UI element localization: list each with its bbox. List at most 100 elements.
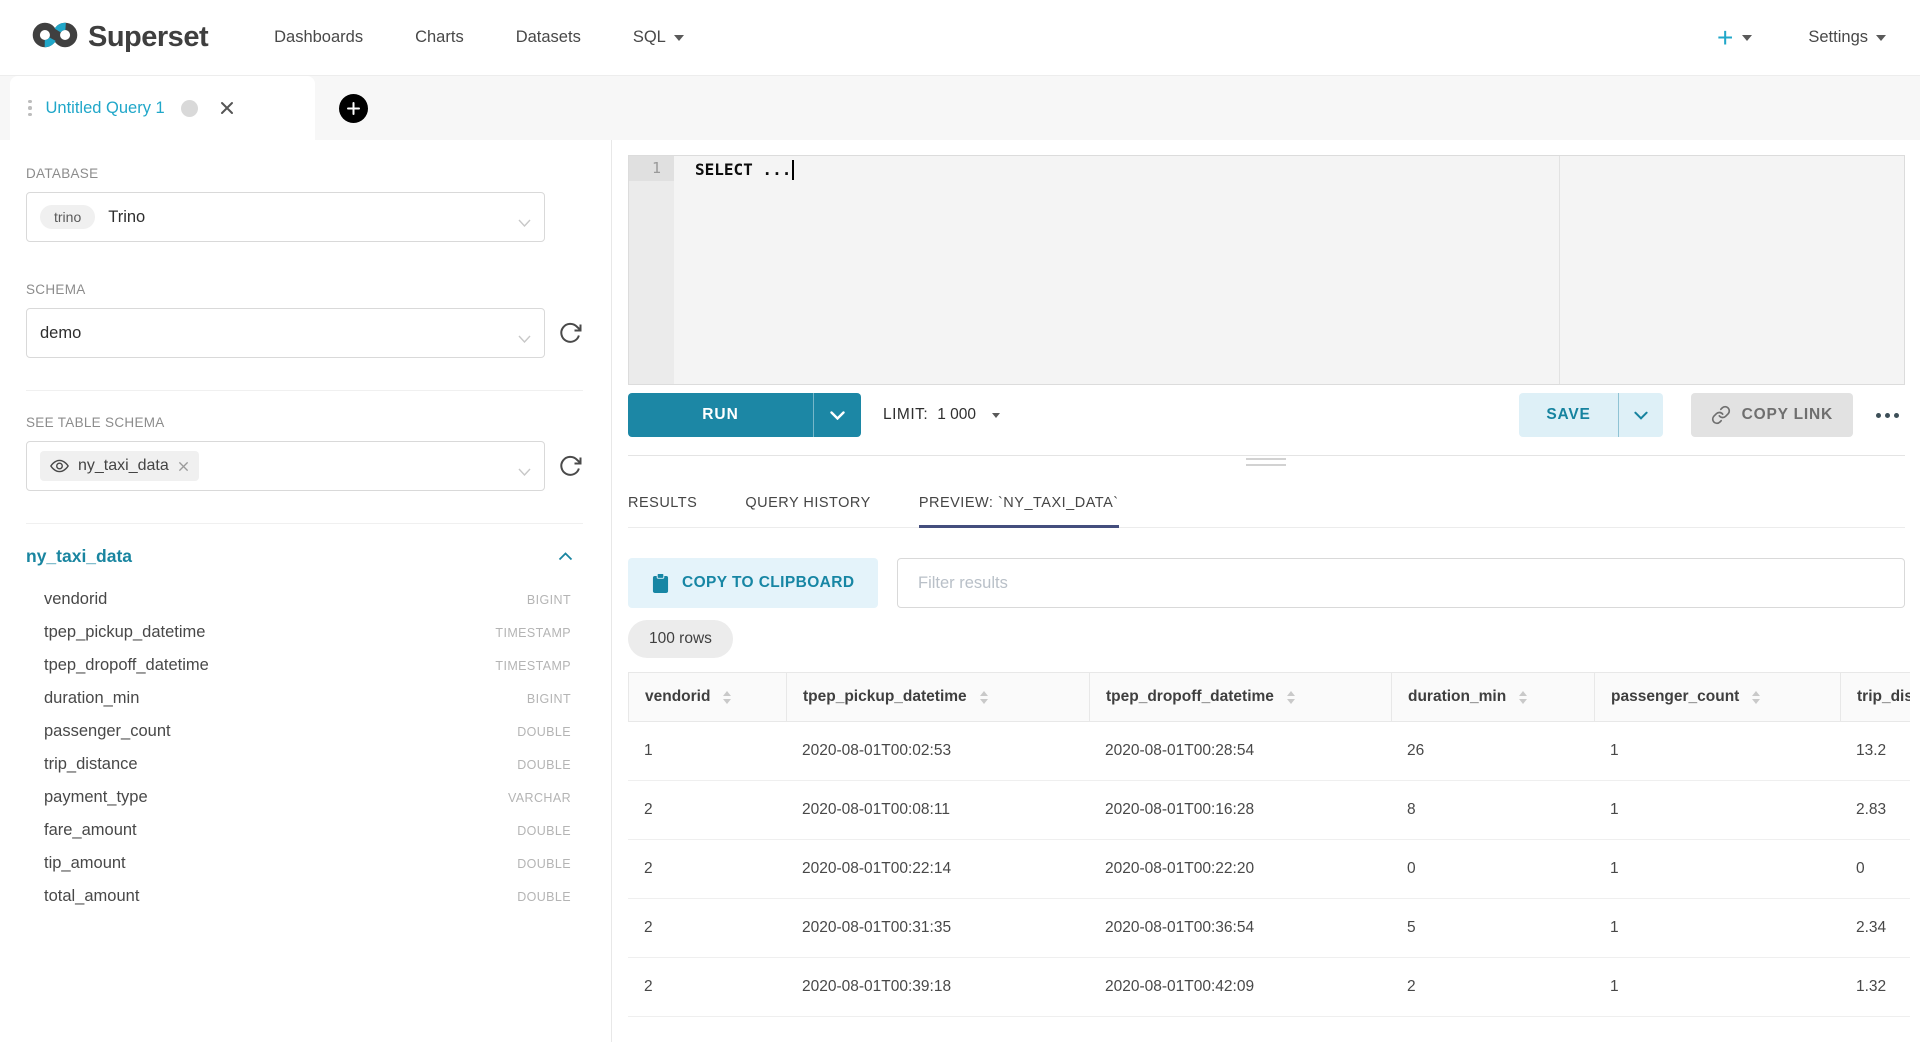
text-cursor: [792, 160, 794, 180]
sort-icon[interactable]: [723, 691, 731, 704]
menu-charts[interactable]: Charts: [415, 28, 464, 47]
cell-duration_min: 5: [1391, 899, 1594, 957]
cell-trip_distance: 2.83: [1840, 781, 1910, 839]
column-name: tip_amount: [44, 854, 126, 873]
limit-label: LIMIT:: [883, 406, 928, 424]
cell-passenger_count: 1: [1594, 899, 1840, 957]
run-button[interactable]: RUN: [628, 393, 813, 437]
resize-grip-handle[interactable]: [1246, 458, 1286, 470]
chevron-up-icon[interactable]: [558, 552, 573, 561]
database-select[interactable]: trino Trino: [26, 192, 545, 242]
sort-icon[interactable]: [1287, 691, 1295, 704]
tab-preview-ny-taxi-data[interactable]: PREVIEW: `NY_TAXI_DATA`: [919, 480, 1119, 528]
column-header-trip_distance[interactable]: trip_distance: [1840, 672, 1910, 722]
table-column-row: trip_distance DOUBLE: [26, 748, 583, 781]
more-options-button[interactable]: [1870, 407, 1905, 424]
remove-table-icon[interactable]: [178, 461, 189, 472]
column-name: duration_min: [44, 689, 139, 708]
chevron-down-icon: [1742, 35, 1752, 41]
column-header-tpep_pickup_datetime[interactable]: tpep_pickup_datetime: [786, 672, 1089, 722]
limit-dropdown[interactable]: LIMIT: 1 000: [883, 406, 1000, 424]
filter-results-input[interactable]: [897, 558, 1905, 608]
schema-select[interactable]: demo: [26, 308, 545, 358]
add-query-tab-button[interactable]: [339, 94, 368, 123]
superset-logo[interactable]: Superset: [32, 18, 208, 57]
new-item-button[interactable]: +: [1717, 24, 1752, 52]
tab-untitled-query[interactable]: Untitled Query 1: [10, 76, 315, 140]
cell-vendorid: 1: [628, 722, 786, 780]
sort-icon[interactable]: [1519, 691, 1527, 704]
cell-tpep_dropoff_datetime: 2020-08-01T00:36:54: [1089, 899, 1391, 957]
table-column-row: tpep_pickup_datetime TIMESTAMP: [26, 616, 583, 649]
menu-sql[interactable]: SQL: [633, 28, 684, 47]
copy-to-clipboard-button[interactable]: COPY TO CLIPBOARD: [628, 558, 878, 608]
menu-dashboards[interactable]: Dashboards: [274, 28, 363, 47]
table-column-row: passenger_count DOUBLE: [26, 715, 583, 748]
refresh-tables-button[interactable]: [557, 453, 583, 479]
column-header-duration_min[interactable]: duration_min: [1391, 672, 1594, 722]
sql-lab-sidebar: DATABASE trino Trino SCHEMA demo: [0, 140, 612, 1042]
table-row: 22020-08-01T00:31:352020-08-01T00:36:545…: [628, 899, 1910, 958]
table-schema-header[interactable]: ny_taxi_data: [26, 546, 583, 567]
close-tab-button[interactable]: [220, 101, 234, 115]
column-header-tpep_dropoff_datetime[interactable]: tpep_dropoff_datetime: [1089, 672, 1391, 722]
results-table-body: 12020-08-01T00:02:532020-08-01T00:28:542…: [628, 722, 1910, 1017]
chevron-down-icon: [518, 330, 531, 348]
editor-gutter: 1: [629, 156, 674, 384]
table-schema-name: ny_taxi_data: [26, 546, 132, 567]
tab-results[interactable]: RESULTS: [628, 480, 697, 528]
cell-vendorid: 2: [628, 840, 786, 898]
cell-trip_distance: 2.34: [1840, 899, 1910, 957]
column-header-label: passenger_count: [1611, 688, 1739, 706]
cell-passenger_count: 1: [1594, 781, 1840, 839]
sql-editor[interactable]: 1 SELECT ...: [628, 155, 1905, 385]
results-tab-bar: RESULTS QUERY HISTORY PREVIEW: `NY_TAXI_…: [628, 480, 1905, 528]
save-options-button[interactable]: [1618, 393, 1663, 437]
editor-code-area[interactable]: SELECT ...: [674, 156, 1904, 182]
chevron-down-icon: [674, 35, 684, 41]
chevron-down-icon: [1634, 411, 1648, 420]
refresh-schemas-button[interactable]: [557, 320, 583, 346]
plus-icon: [347, 102, 360, 115]
save-button[interactable]: SAVE: [1519, 393, 1617, 437]
cell-trip_distance: 0: [1840, 840, 1910, 898]
column-header-passenger_count[interactable]: passenger_count: [1594, 672, 1840, 722]
cell-tpep_dropoff_datetime: 2020-08-01T00:16:28: [1089, 781, 1391, 839]
brand-name: Superset: [88, 21, 208, 54]
table-column-row: tip_amount DOUBLE: [26, 847, 583, 880]
schema-select-value: demo: [40, 324, 81, 343]
table-row: 22020-08-01T00:22:142020-08-01T00:22:200…: [628, 840, 1910, 899]
table-column-row: vendorid BIGINT: [26, 583, 583, 616]
sort-icon[interactable]: [980, 691, 988, 704]
link-icon: [1711, 405, 1731, 425]
copy-to-clipboard-label: COPY TO CLIPBOARD: [682, 574, 854, 592]
column-type: TIMESTAMP: [495, 626, 571, 640]
cell-tpep_pickup_datetime: 2020-08-01T00:39:18: [786, 958, 1089, 1016]
selected-table-pill: ny_taxi_data: [40, 451, 199, 481]
table-column-row: duration_min BIGINT: [26, 682, 583, 715]
column-type: DOUBLE: [517, 758, 571, 772]
column-type: DOUBLE: [517, 725, 571, 739]
menu-datasets[interactable]: Datasets: [516, 28, 581, 47]
cell-duration_min: 0: [1391, 840, 1594, 898]
results-table-header: vendoridtpep_pickup_datetime tpep_dropoff…: [628, 672, 1910, 722]
limit-value: 1 000: [937, 406, 976, 424]
cell-passenger_count: 1: [1594, 722, 1840, 780]
drag-handle-icon[interactable]: [28, 100, 32, 117]
cell-trip_distance: 1.32: [1840, 958, 1910, 1016]
sort-icon[interactable]: [1752, 691, 1760, 704]
table-columns-list: vendorid BIGINT tpep_pickup_datetime TIM…: [26, 583, 583, 913]
column-header-label: tpep_dropoff_datetime: [1106, 688, 1274, 706]
settings-menu[interactable]: Settings: [1808, 28, 1886, 47]
query-state-dot: [181, 100, 198, 117]
table-schema-select[interactable]: ny_taxi_data: [26, 441, 545, 491]
column-name: passenger_count: [44, 722, 171, 741]
refresh-icon: [558, 321, 582, 345]
copy-link-button[interactable]: COPY LINK: [1691, 393, 1853, 437]
tab-query-history[interactable]: QUERY HISTORY: [745, 480, 871, 528]
table-row: 12020-08-01T00:02:532020-08-01T00:28:542…: [628, 722, 1910, 781]
column-header-vendorid[interactable]: vendorid: [628, 672, 786, 722]
copy-link-label: COPY LINK: [1742, 406, 1833, 424]
run-options-button[interactable]: [813, 393, 861, 437]
settings-label: Settings: [1808, 28, 1868, 47]
